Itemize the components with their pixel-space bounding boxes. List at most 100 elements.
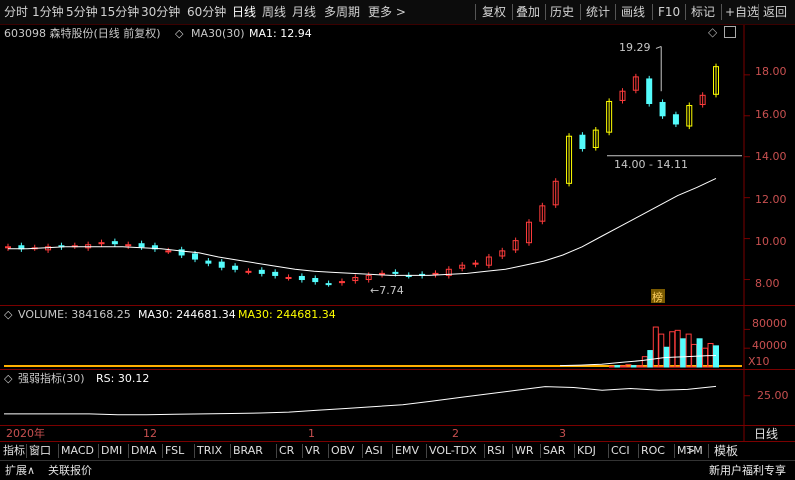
indicator-tab[interactable]: BRAR — [233, 442, 263, 460]
candle-body — [579, 134, 586, 150]
candle-body — [232, 265, 239, 270]
indicator-tab[interactable]: OBV — [331, 442, 354, 460]
candle-body — [218, 261, 225, 268]
tab-divider — [58, 444, 59, 458]
candle-body — [392, 271, 399, 274]
tab-divider — [540, 444, 541, 458]
tab-divider — [426, 444, 427, 458]
indicator-tab[interactable]: KDJ — [577, 442, 596, 460]
candle-body — [659, 101, 666, 117]
indicator-tab[interactable]: WR — [515, 442, 534, 460]
indicator-tab[interactable]: MACD — [61, 442, 94, 460]
candle-body — [138, 243, 145, 248]
date-axis: 2020年 12 1 2 3 日线 — [0, 426, 795, 441]
tab-divider — [608, 444, 609, 458]
candle-body — [165, 250, 172, 253]
tab-divider — [194, 444, 195, 458]
tab-divider — [302, 444, 303, 458]
ma30-line — [8, 177, 717, 276]
volume-tick: 40000 — [752, 339, 787, 352]
indicator-tab[interactable]: EMV — [395, 442, 419, 460]
tab-divider — [708, 444, 709, 458]
candle-body — [192, 253, 199, 260]
new-user-promo-link[interactable]: 新用户福利专享 — [709, 461, 786, 480]
indicator-tab[interactable]: DMI — [101, 442, 122, 460]
price-tick: 10.00 — [755, 235, 787, 248]
candle-body — [285, 276, 292, 279]
price-tick: 8.00 — [755, 277, 780, 290]
volume-ma30-line — [559, 355, 717, 367]
tab-divider — [638, 444, 639, 458]
tab-divider — [26, 444, 27, 458]
tab-divider — [392, 444, 393, 458]
volume-bar — [609, 365, 615, 368]
related-quotes-button[interactable]: 关联报价 — [48, 461, 92, 480]
indicator-tab[interactable]: TRIX — [197, 442, 222, 460]
volume-bar — [680, 338, 687, 368]
volume-bar — [674, 329, 681, 368]
rs-line — [4, 385, 717, 416]
indicator-tab[interactable]: SAR — [543, 442, 565, 460]
volume-bar — [685, 333, 692, 368]
volume-bar — [630, 365, 637, 368]
tab-divider — [674, 444, 675, 458]
tab-divider — [574, 444, 575, 458]
price-range-label: 14.00 - 14.11 — [614, 158, 688, 171]
period-label: 日线 — [754, 427, 779, 441]
indicator-tab[interactable]: VR — [305, 442, 320, 460]
low-price-label: ←7.74 — [370, 284, 404, 297]
indicator-tabbar: 指标 窗口 MACD DMI DMA FSL TRIX BRAR CR VR OBV ASI EMV VO… — [0, 441, 795, 460]
indicator-tab[interactable]: 指标 — [3, 442, 25, 460]
tab-divider — [98, 444, 99, 458]
volume-bar — [619, 365, 626, 368]
high-price-label: 19.29 — [619, 41, 651, 54]
date-tick: 12 — [143, 427, 157, 440]
tab-divider — [276, 444, 277, 458]
volume-bar — [696, 338, 703, 368]
tab-divider — [230, 444, 231, 458]
indicator-tab[interactable]: 窗口 — [29, 442, 51, 460]
indicator-tab[interactable]: FSL — [165, 442, 184, 460]
indicator-tab[interactable]: CCI — [611, 442, 630, 460]
indicator-more-button[interactable]: > — [686, 442, 695, 460]
volume-bar — [652, 326, 659, 368]
candle-body — [272, 271, 279, 276]
tab-divider — [512, 444, 513, 458]
price-tick: 12.00 — [755, 193, 787, 206]
high-price-pointer — [655, 45, 662, 49]
candle-body — [111, 241, 118, 245]
tab-divider — [362, 444, 363, 458]
candle-body — [205, 260, 212, 264]
volume-bar — [669, 331, 676, 368]
volume-tick: 80000 — [752, 317, 787, 330]
indicator-tab[interactable]: ASI — [365, 442, 383, 460]
price-tick: 16.00 — [755, 108, 787, 121]
candle-body — [312, 278, 319, 283]
date-tick: 2 — [452, 427, 459, 440]
volume-bar — [702, 347, 709, 368]
ranking-badge[interactable]: 榜 — [652, 290, 663, 304]
indicator-tab[interactable]: CR — [279, 442, 294, 460]
rs-tick: 25.00 — [757, 389, 789, 402]
date-tick: 1 — [308, 427, 315, 440]
indicator-tab[interactable]: RSI — [487, 442, 505, 460]
price-tick: 14.00 — [755, 150, 787, 163]
indicator-tab[interactable]: DMA — [131, 442, 157, 460]
volume-bar — [713, 345, 719, 368]
candle-body — [258, 269, 265, 274]
price-tick: 18.00 — [755, 65, 787, 78]
template-button[interactable]: 模板 — [714, 442, 738, 460]
candle-body — [245, 270, 252, 273]
date-tick: 2020年 — [6, 427, 45, 440]
volume-bar — [614, 365, 621, 368]
indicator-tab[interactable]: ROC — [641, 442, 665, 460]
bottom-bar: 扩展∧ 关联报价 新用户福利专享 — [0, 460, 795, 480]
indicator-tab[interactable]: VOL-TDX — [429, 442, 477, 460]
candle-body — [672, 114, 679, 125]
volume-bar — [658, 333, 665, 368]
volume-unit: X10 — [748, 355, 770, 368]
tab-divider — [128, 444, 129, 458]
candle-body — [646, 78, 653, 104]
expand-button[interactable]: 扩展∧ — [5, 461, 35, 480]
chart-canvas[interactable]: 18.00 16.00 14.00 12.00 10.00 8.00 80000… — [0, 0, 795, 441]
